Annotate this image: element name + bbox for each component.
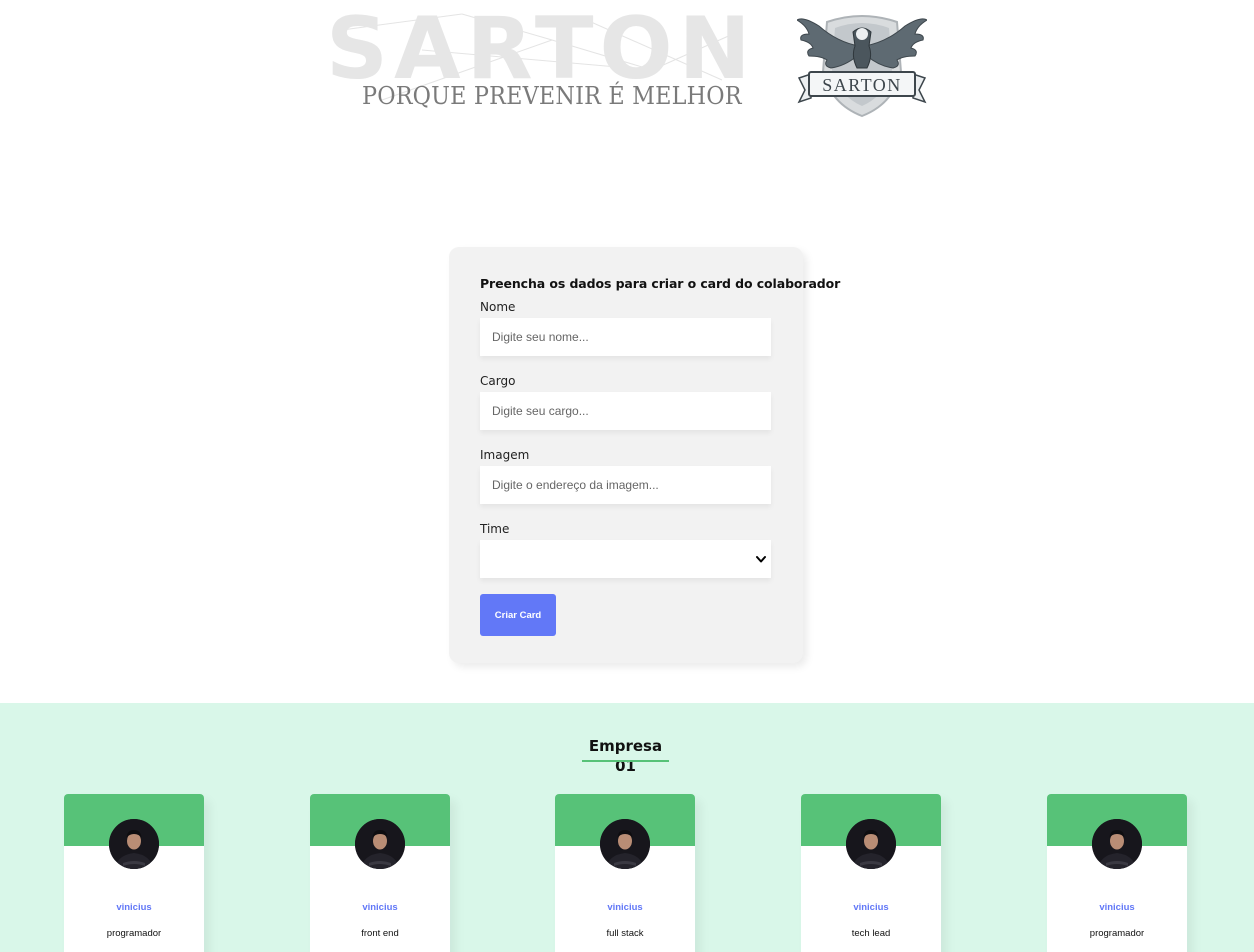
image-label: Imagem (480, 448, 530, 462)
member-name: vinicius (362, 902, 398, 913)
member-role: full stack (606, 928, 644, 939)
member-card: vinicius tech lead (801, 794, 941, 952)
member-name: vinicius (116, 902, 152, 913)
member-card: vinicius programador (1047, 794, 1187, 952)
eagle-shield-logo: SARTON (796, 12, 928, 118)
name-input[interactable] (480, 318, 771, 356)
person-photo (355, 819, 405, 869)
image-url-input[interactable] (480, 466, 771, 504)
person-photo (846, 819, 896, 869)
role-input[interactable] (480, 392, 771, 430)
person-photo (1092, 819, 1142, 869)
banner: SARTON PORQUE PREVENIR É MELHOR SARTON (0, 0, 1254, 130)
member-card: vinicius front end (310, 794, 450, 952)
avatar (355, 819, 405, 869)
collaborator-form: Preencha os dados para criar o card do c… (449, 247, 841, 663)
person-photo (109, 819, 159, 869)
brand-wordmark-image: SARTON PORQUE PREVENIR É MELHOR (322, 10, 762, 110)
form-title: Preencha os dados para criar o card do c… (480, 276, 841, 291)
member-role: tech lead (851, 928, 891, 939)
avatar (109, 819, 159, 869)
member-role: front end (361, 928, 399, 939)
brand-wordmark: SARTON (326, 10, 757, 99)
member-card: vinicius programador (64, 794, 204, 952)
team-section: Empresa 01 vinicius programador vinicius… (0, 703, 1254, 952)
member-card: vinicius full stack (555, 794, 695, 952)
chevron-down-icon (756, 556, 766, 563)
create-card-button[interactable]: Criar Card (480, 594, 556, 636)
member-role: programador (1089, 928, 1145, 939)
member-name: vinicius (1099, 902, 1135, 913)
avatar (1092, 819, 1142, 869)
member-name: vinicius (607, 902, 643, 913)
avatar (600, 819, 650, 869)
person-photo (600, 819, 650, 869)
member-name: vinicius (853, 902, 889, 913)
avatar (846, 819, 896, 869)
logo-text: SARTON (822, 75, 902, 95)
name-label: Nome (480, 300, 516, 314)
team-select[interactable] (480, 540, 771, 578)
team-title-underline (582, 760, 669, 762)
brand-slogan: PORQUE PREVENIR É MELHOR (362, 82, 742, 110)
team-title: Empresa 01 (588, 737, 663, 775)
member-role: programador (106, 928, 162, 939)
role-label: Cargo (480, 374, 516, 388)
team-label: Time (480, 522, 510, 536)
